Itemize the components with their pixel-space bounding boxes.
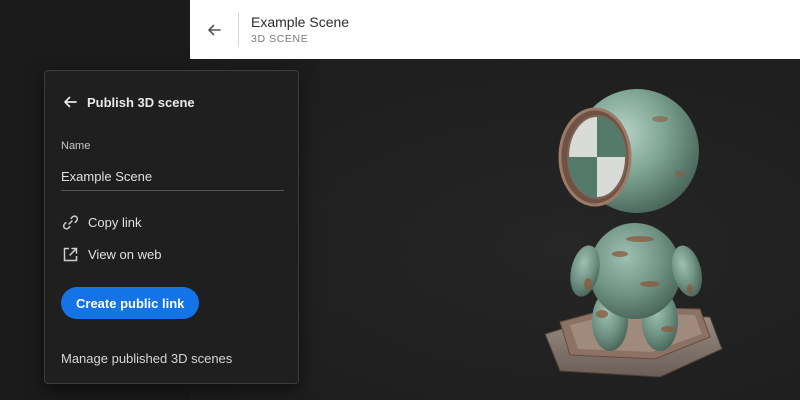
copy-link-label: Copy link [88,214,142,230]
arrow-left-icon [205,21,223,39]
header-titles: Example Scene 3D SCENE [239,13,349,47]
external-link-icon [61,245,79,263]
manage-published-scenes-link[interactable]: Manage published 3D scenes [61,351,232,366]
publish-panel: Publish 3D scene Name Copy link View on … [44,70,299,384]
top-header: Example Scene 3D SCENE [190,0,800,59]
scene-title: Example Scene [251,13,350,30]
copy-link-button[interactable]: Copy link [61,213,141,231]
name-label: Name [61,140,91,152]
view-on-web-button[interactable]: View on web [61,245,161,263]
view-on-web-label: View on web [88,246,162,262]
link-icon [61,213,79,231]
create-public-link-button[interactable]: Create public link [61,287,200,319]
name-input[interactable] [61,163,284,191]
arrow-left-icon [61,93,79,111]
panel-title: Publish 3D scene [87,94,195,110]
scene-subtitle: 3D SCENE [251,32,309,45]
header-back-button[interactable] [190,0,238,59]
panel-back-button[interactable]: Publish 3D scene [61,93,195,111]
